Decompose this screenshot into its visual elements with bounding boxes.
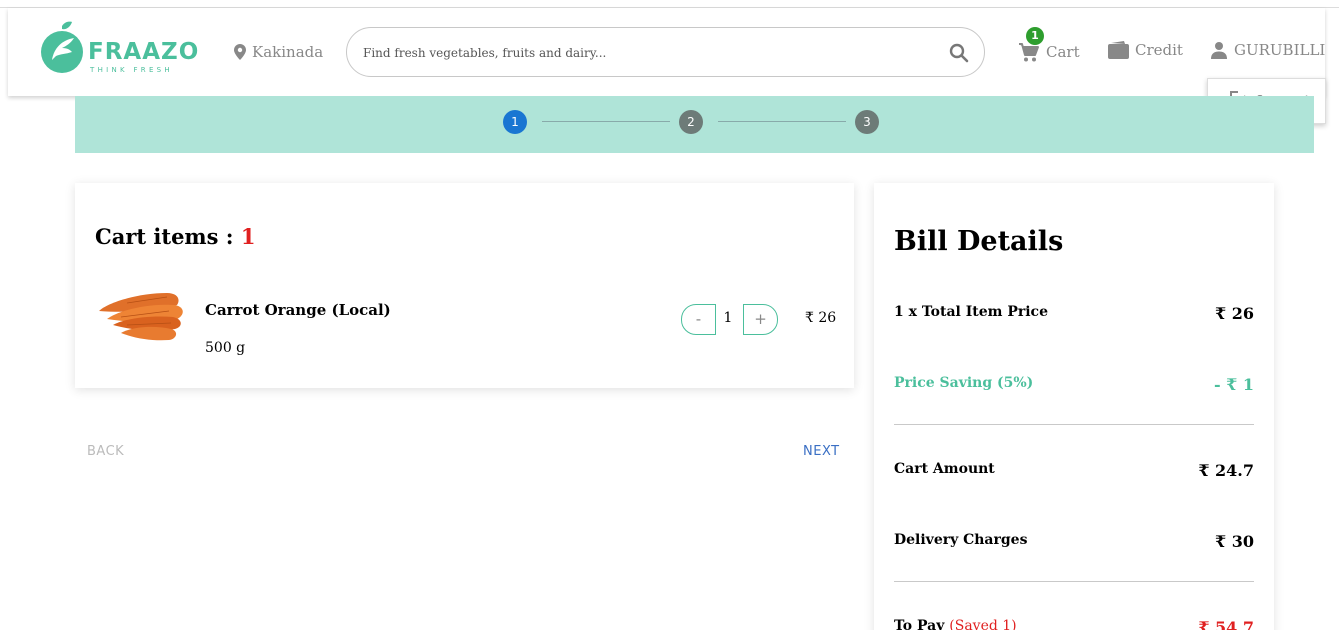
cart-amount-value: ₹ 24.7 bbox=[1198, 461, 1254, 480]
step-1-indicator: 1 bbox=[503, 110, 527, 134]
browser-top-edge bbox=[0, 0, 1339, 8]
location-label: Kakinada bbox=[252, 43, 324, 61]
carrot-image bbox=[99, 293, 183, 341]
bill-divider bbox=[894, 581, 1254, 582]
bill-divider bbox=[894, 424, 1254, 425]
back-button[interactable]: BACK bbox=[87, 444, 124, 459]
logo-text: FRAAZO bbox=[88, 39, 200, 65]
cart-items-label: Cart items : bbox=[95, 224, 234, 249]
checkout-stepper: 1 2 3 bbox=[75, 96, 1314, 153]
search-input[interactable] bbox=[363, 42, 923, 64]
step-2-indicator: 2 bbox=[679, 110, 703, 134]
to-pay-saved-note: (Saved 1) bbox=[949, 618, 1017, 630]
product-name: Carrot Orange (Local) bbox=[205, 301, 391, 319]
bill-row-delivery-charges: Delivery Charges ₹ 30 bbox=[894, 532, 1254, 551]
bill-details-title: Bill Details bbox=[894, 226, 1064, 257]
to-pay-label-wrap: To Pay (Saved 1) bbox=[894, 618, 1017, 630]
cart-items-card: Cart items : 1 Carrot Orange (Local) 500… bbox=[75, 183, 854, 388]
quantity-value: 1 bbox=[723, 310, 733, 326]
delivery-charges-value: ₹ 30 bbox=[1215, 532, 1254, 551]
price-saving-value: - ₹ 1 bbox=[1213, 375, 1254, 394]
search-button[interactable] bbox=[948, 42, 970, 64]
bill-row-to-pay: To Pay (Saved 1) ₹ 54.7 bbox=[894, 618, 1254, 630]
cart-label: Cart bbox=[1046, 43, 1080, 61]
delivery-charges-label: Delivery Charges bbox=[894, 532, 1028, 548]
user-name: GURUBILLI bbox=[1234, 41, 1326, 59]
credit-label: Credit bbox=[1135, 41, 1183, 59]
quantity-decrease-button[interactable]: - bbox=[681, 304, 716, 335]
leaf-logo-icon bbox=[41, 21, 83, 73]
header: FRAAZO THINK FRESH Kakinada 1 Cart bbox=[8, 8, 1325, 96]
item-price-value: ₹ 26 bbox=[1215, 304, 1254, 323]
bill-row-price-saving: Price Saving (5%) - ₹ 1 bbox=[894, 375, 1254, 394]
next-button[interactable]: NEXT bbox=[803, 444, 840, 459]
step-connector bbox=[542, 121, 670, 122]
step-connector bbox=[718, 121, 846, 122]
quantity-increase-button[interactable]: + bbox=[743, 304, 778, 335]
fraazo-logo[interactable]: FRAAZO THINK FRESH bbox=[40, 20, 200, 78]
cart-count-badge: 1 bbox=[1026, 27, 1044, 45]
logo-tagline: THINK FRESH bbox=[90, 66, 173, 74]
bill-details-card: Bill Details 1 x Total Item Price ₹ 26 P… bbox=[874, 183, 1274, 630]
search-bar bbox=[346, 27, 985, 77]
step-3-indicator: 3 bbox=[855, 110, 879, 134]
search-icon bbox=[949, 43, 969, 63]
item-price: ₹ 26 bbox=[805, 310, 837, 326]
cart-amount-label: Cart Amount bbox=[894, 461, 995, 477]
cart-icon-wrap: 1 bbox=[1018, 27, 1044, 63]
to-pay-label: To Pay bbox=[894, 618, 945, 630]
cart-items-count: 1 bbox=[240, 224, 256, 249]
bill-row-cart-amount: Cart Amount ₹ 24.7 bbox=[894, 461, 1254, 480]
user-icon bbox=[1211, 42, 1227, 59]
bill-row-item-price: 1 x Total Item Price ₹ 26 bbox=[894, 304, 1254, 323]
location-pin-icon bbox=[234, 44, 246, 60]
to-pay-value: ₹ 54.7 bbox=[1198, 618, 1254, 630]
wallet-icon bbox=[1108, 41, 1129, 59]
cart-items-title: Cart items : 1 bbox=[95, 224, 255, 249]
location-selector[interactable]: Kakinada bbox=[234, 43, 323, 61]
product-weight: 500 g bbox=[205, 340, 246, 356]
credit-link[interactable]: Credit bbox=[1108, 41, 1183, 59]
item-price-label: 1 x Total Item Price bbox=[894, 304, 1048, 320]
price-saving-label: Price Saving (5%) bbox=[894, 375, 1034, 391]
user-menu[interactable]: GURUBILLI bbox=[1210, 41, 1325, 59]
cart-link[interactable]: 1 Cart bbox=[1018, 27, 1080, 63]
product-image-carrot bbox=[97, 283, 191, 343]
